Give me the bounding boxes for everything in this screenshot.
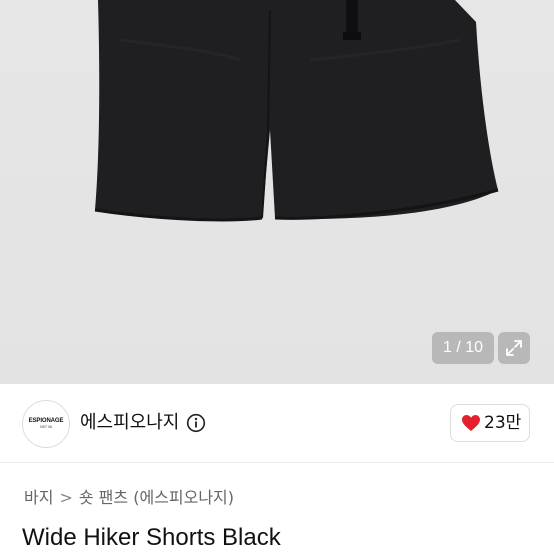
seller-avatar[interactable]: ESPIONAGE NST 06 — [22, 400, 70, 448]
info-circle-icon[interactable] — [186, 413, 206, 433]
image-counter: 1 / 10 — [432, 332, 494, 364]
expand-arrows-icon — [506, 340, 522, 356]
like-count: 23만 — [484, 413, 522, 433]
heart-icon — [462, 415, 480, 431]
brand-logo-text: ESPIONAGE — [28, 418, 64, 424]
breadcrumb-separator: > — [59, 488, 73, 507]
breadcrumb-item-pants[interactable]: 바지 — [24, 486, 53, 510]
breadcrumb: 바지 > 숏 팬츠 (에스피오나지) — [24, 486, 234, 510]
product-title: Wide Hiker Shorts Black — [22, 524, 281, 551]
product-photo — [94, 0, 499, 222]
like-button[interactable]: 23만 — [450, 404, 530, 442]
product-page: 1 / 10 ESPIONAGE NST 06 에스피오나지 23만 바지 > 숏 … — [0, 0, 554, 554]
seller-name[interactable]: 에스피오나지 — [80, 411, 179, 435]
breadcrumb-item-brand[interactable]: (에스피오나지) — [133, 486, 234, 510]
seller-row: ESPIONAGE NST 06 에스피오나지 23만 — [0, 384, 554, 463]
breadcrumb-item-short-pants[interactable]: 숏 팬츠 — [79, 486, 128, 510]
expand-image-button[interactable] — [498, 332, 530, 364]
brand-logo-subtext: NST 06 — [40, 425, 52, 429]
product-image-gallery[interactable]: 1 / 10 — [0, 0, 554, 384]
